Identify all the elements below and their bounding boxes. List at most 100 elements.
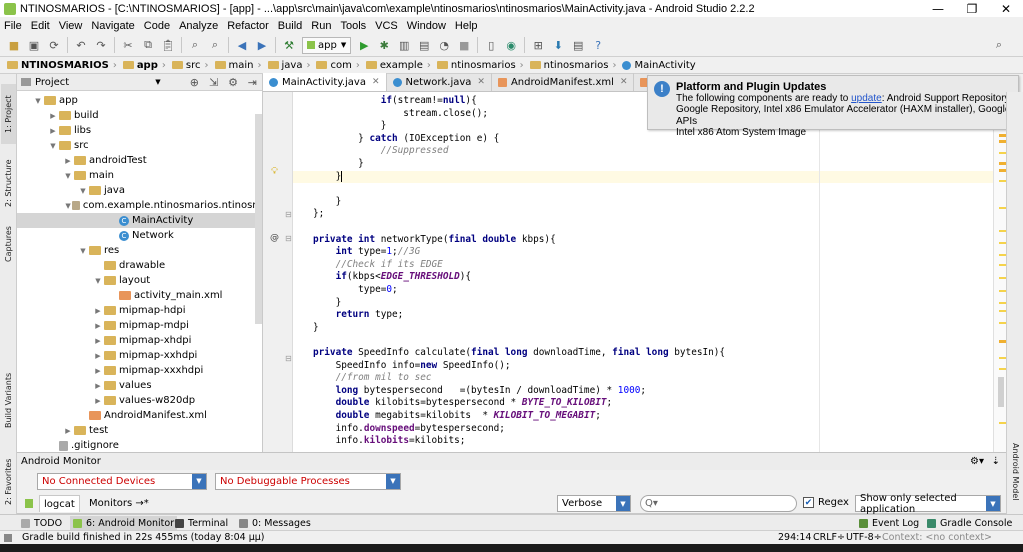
- tool-button-event-log[interactable]: Event Log: [856, 516, 922, 530]
- expanded-arrow-icon[interactable]: ▼: [63, 172, 73, 180]
- copy-icon[interactable]: ⧉: [140, 37, 156, 53]
- collapsed-arrow-icon[interactable]: ▶: [48, 112, 58, 120]
- tool-tab-project[interactable]: 1: Project: [1, 84, 16, 144]
- menu-edit[interactable]: Edit: [27, 20, 55, 32]
- gradle-sync-icon[interactable]: ◉: [503, 37, 519, 53]
- collapse-all-icon[interactable]: ⇲: [206, 74, 221, 90]
- run-config-select[interactable]: app ▼: [302, 36, 352, 54]
- code-editor[interactable]: 💡︎ @ ⊟ ⊟ ⊟ if(stream!=null){ stream.clos…: [263, 92, 1023, 452]
- scroll-from-source-icon[interactable]: ⊕: [187, 74, 202, 90]
- collapsed-arrow-icon[interactable]: ▶: [93, 337, 103, 345]
- breadcrumb-item[interactable]: app ›: [120, 60, 169, 71]
- log-level-select[interactable]: Verbose ▼: [557, 495, 631, 512]
- tool-button-messages[interactable]: 0: Messages: [236, 516, 314, 530]
- tool-button-terminal[interactable]: Terminal: [172, 516, 231, 530]
- find-icon[interactable]: ⌕: [187, 37, 203, 53]
- tab-logcat[interactable]: logcat: [39, 495, 80, 512]
- close-icon[interactable]: ✕: [372, 77, 380, 87]
- fold-icon[interactable]: ⊟: [285, 234, 292, 243]
- tool-button-todo[interactable]: TODO: [18, 516, 65, 530]
- tree-item[interactable]: ▼ com.example.ntinosmarios.ntinosm: [17, 198, 262, 213]
- attach-debugger-icon[interactable]: ▥: [396, 37, 412, 53]
- filter-select[interactable]: Show only selected application ▼: [855, 493, 1001, 515]
- menu-refactor[interactable]: Refactor: [223, 20, 274, 32]
- avd-manager-icon[interactable]: ▯: [483, 37, 499, 53]
- open-folder-icon[interactable]: ■: [6, 37, 22, 53]
- forward-icon[interactable]: ▶: [254, 37, 270, 53]
- collapsed-arrow-icon[interactable]: ▶: [63, 157, 73, 165]
- breadcrumb-item[interactable]: example ›: [363, 60, 434, 71]
- android-device-monitor-icon[interactable]: ▤: [570, 37, 586, 53]
- tree-item[interactable]: ▶ values-w820dp: [17, 393, 262, 408]
- menu-view[interactable]: View: [55, 20, 88, 32]
- minimize-button[interactable]: —: [921, 0, 955, 17]
- tab-monitors[interactable]: Monitors →*: [85, 495, 153, 512]
- override-marker-icon[interactable]: @: [270, 233, 279, 243]
- collapsed-arrow-icon[interactable]: ▶: [48, 127, 58, 135]
- tree-item[interactable]: ▼ src: [17, 138, 262, 153]
- menu-run[interactable]: Run: [307, 20, 336, 32]
- make-project-icon[interactable]: ⚒: [281, 37, 297, 53]
- collapsed-arrow-icon[interactable]: ▶: [93, 307, 103, 315]
- tool-button-android-monitor[interactable]: 6: Android Monitor: [70, 516, 178, 530]
- tool-button-gradle-console[interactable]: Gradle Console: [924, 516, 1015, 530]
- hide-panel-icon[interactable]: ⇣: [992, 456, 1000, 467]
- breadcrumb-item[interactable]: ntinosmarios ›: [527, 60, 620, 71]
- menu-vcs[interactable]: VCS: [371, 20, 403, 32]
- tree-item[interactable]: ▼ res: [17, 243, 262, 258]
- cut-icon[interactable]: ✂: [120, 37, 136, 53]
- collapsed-arrow-icon[interactable]: ▶: [63, 427, 73, 435]
- tree-item[interactable]: ▶ mipmap-xxhdpi: [17, 348, 262, 363]
- tree-item[interactable]: drawable: [17, 258, 262, 273]
- tree-item[interactable]: ▶ build: [17, 108, 262, 123]
- debug-icon[interactable]: ✱: [376, 37, 392, 53]
- tree-item[interactable]: activity_main.xml: [17, 288, 262, 303]
- tool-tab-android-model[interactable]: Android Model: [1008, 432, 1023, 512]
- tree-item[interactable]: ▶ mipmap-xxxhdpi: [17, 363, 262, 378]
- line-separator[interactable]: CRLF÷: [813, 532, 845, 543]
- tree-item[interactable]: ▶ mipmap-hdpi: [17, 303, 262, 318]
- collapsed-arrow-icon[interactable]: ▶: [93, 352, 103, 360]
- run-icon[interactable]: ▶: [356, 37, 372, 53]
- tool-tab-captures[interactable]: Captures: [1, 219, 16, 269]
- tree-item[interactable]: .gitignore: [17, 438, 262, 453]
- tool-tab-favorites[interactable]: 2: Favorites: [1, 454, 16, 509]
- tree-item[interactable]: ▼ layout: [17, 273, 262, 288]
- undo-icon[interactable]: ↶: [73, 37, 89, 53]
- menu-navigate[interactable]: Navigate: [87, 20, 139, 32]
- logcat-search-input[interactable]: Q▾: [640, 495, 797, 512]
- collapsed-arrow-icon[interactable]: ▶: [93, 382, 103, 390]
- menu-build[interactable]: Build: [274, 20, 307, 32]
- device-select[interactable]: No Connected Devices ▼: [37, 472, 207, 490]
- tab-mainactivity[interactable]: MainActivity.java ✕: [263, 73, 387, 91]
- menu-tools[interactable]: Tools: [336, 20, 371, 32]
- close-button[interactable]: ✕: [989, 0, 1023, 17]
- fold-icon[interactable]: ⊟: [285, 210, 292, 219]
- hide-icon[interactable]: ⇥: [245, 74, 260, 90]
- tree-item[interactable]: ▶ values: [17, 378, 262, 393]
- sdk-manager-icon[interactable]: ⬇: [550, 37, 566, 53]
- lightbulb-icon[interactable]: 💡︎: [271, 166, 278, 177]
- editor-scrollbar-thumb[interactable]: [998, 377, 1004, 407]
- menu-file[interactable]: File: [0, 20, 27, 32]
- collapsed-arrow-icon[interactable]: ▶: [93, 322, 103, 330]
- gear-icon[interactable]: ⚙▾: [970, 456, 984, 467]
- process-select[interactable]: No Debuggable Processes ▼: [215, 472, 401, 490]
- tree-item[interactable]: ▶ androidTest: [17, 153, 262, 168]
- tab-androidmanifest[interactable]: AndroidManifest.xml ✕: [492, 73, 635, 91]
- update-link[interactable]: update: [851, 93, 882, 104]
- expanded-arrow-icon[interactable]: ▼: [78, 247, 88, 255]
- menu-analyze[interactable]: Analyze: [175, 20, 223, 32]
- breadcrumb-item[interactable]: com ›: [313, 60, 362, 71]
- project-scrollbar[interactable]: [255, 114, 262, 324]
- breadcrumb-item[interactable]: java ›: [265, 60, 314, 71]
- tree-item[interactable]: ▼ app: [17, 93, 262, 108]
- tree-item[interactable]: C MainActivity: [17, 213, 262, 228]
- tree-item[interactable]: ▼ java: [17, 183, 262, 198]
- stop-icon[interactable]: ■: [456, 37, 472, 53]
- collapsed-arrow-icon[interactable]: ▶: [93, 397, 103, 405]
- menu-window[interactable]: Window: [403, 20, 451, 32]
- menu-code[interactable]: Code: [140, 20, 175, 32]
- tree-item[interactable]: ▶ test: [17, 423, 262, 438]
- tree-item[interactable]: C Network: [17, 228, 262, 243]
